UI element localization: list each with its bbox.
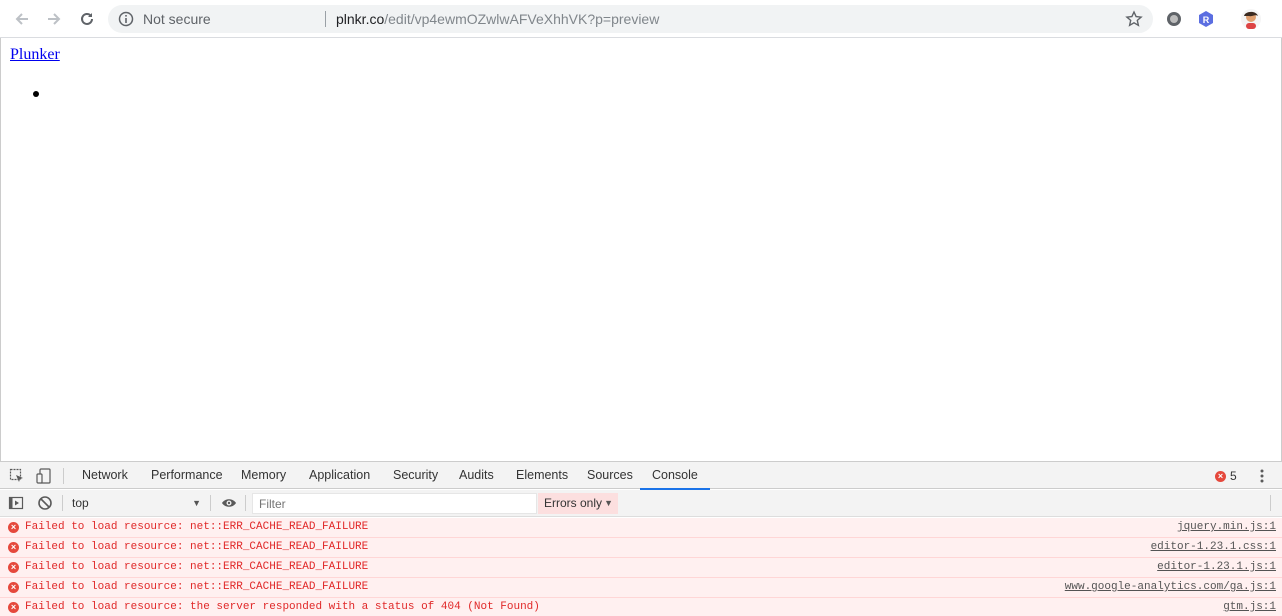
tab-performance[interactable]: Performance <box>150 462 224 489</box>
error-icon: × <box>1215 470 1226 482</box>
error-source-link[interactable]: editor-1.23.1.css:1 <box>1151 538 1276 557</box>
error-message: Failed to load resource: net::ERR_CACHE_… <box>25 541 369 553</box>
eye-icon[interactable] <box>221 495 237 511</box>
error-icon: × <box>8 522 19 533</box>
error-icon: × <box>8 562 19 573</box>
error-message: Failed to load resource: net::ERR_CACHE_… <box>25 581 369 593</box>
devtools-panel: Network Performance Memory Application S… <box>0 461 1282 616</box>
back-arrow-icon[interactable] <box>10 7 34 31</box>
error-source-link[interactable]: jquery.min.js:1 <box>1177 518 1276 537</box>
clear-console-icon[interactable] <box>37 495 53 511</box>
inspect-element-icon[interactable] <box>9 468 25 484</box>
error-icon: × <box>8 602 19 613</box>
browser-toolbar: Not secure plnkr.co/edit/vp4ewmOZwlwAFVe… <box>0 0 1282 38</box>
profile-avatar-icon[interactable] <box>1240 8 1262 30</box>
address-bar[interactable]: Not secure plnkr.co/edit/vp4ewmOZwlwAFVe… <box>108 5 1153 33</box>
bookmark-star-icon[interactable] <box>1125 10 1143 28</box>
security-label[interactable]: Not secure <box>143 10 211 28</box>
filterbar-divider <box>210 495 211 511</box>
dropdown-arrow-icon: ▼ <box>604 498 613 508</box>
console-error-row: × Failed to load resource: net::ERR_CACH… <box>0 538 1282 558</box>
context-value: top <box>72 496 89 510</box>
error-icon: × <box>8 582 19 593</box>
extension-r-icon[interactable]: R <box>1197 10 1215 28</box>
console-error-row: × Failed to load resource: net::ERR_CACH… <box>0 578 1282 598</box>
tab-console[interactable]: Console <box>640 462 710 490</box>
devtools-tabbar: Network Performance Memory Application S… <box>0 462 1282 490</box>
filterbar-divider <box>1270 495 1271 511</box>
error-message: Failed to load resource: net::ERR_CACHE_… <box>25 521 369 533</box>
page-viewport: Plunker <box>0 38 1282 461</box>
console-filterbar: top ▼ Errors only ▼ <box>0 490 1282 517</box>
show-sidebar-icon[interactable] <box>8 495 24 511</box>
console-messages: × Failed to load resource: net::ERR_CACH… <box>0 518 1282 616</box>
tab-security[interactable]: Security <box>392 462 439 489</box>
info-icon[interactable] <box>118 11 134 27</box>
device-toolbar-icon[interactable] <box>36 468 52 484</box>
console-error-row: × Failed to load resource: the server re… <box>0 598 1282 616</box>
url-path: /edit/vp4ewmOZwlwAFVeXhhVK?p=preview <box>384 11 660 27</box>
log-levels-dropdown[interactable]: Errors only ▼ <box>538 493 618 514</box>
forward-arrow-icon[interactable] <box>42 7 66 31</box>
error-source-link[interactable]: gtm.js:1 <box>1223 598 1276 616</box>
error-source-link[interactable]: www.google-analytics.com/ga.js:1 <box>1065 578 1276 597</box>
error-message: Failed to load resource: net::ERR_CACHE_… <box>25 561 369 573</box>
context-select[interactable]: top ▼ <box>66 493 207 514</box>
omnibox-separator <box>325 11 326 27</box>
dropdown-arrow-icon: ▼ <box>192 498 201 508</box>
url-text[interactable]: plnkr.co/edit/vp4ewmOZwlwAFVeXhhVK?p=pre… <box>336 10 659 28</box>
filterbar-divider <box>245 495 246 511</box>
filter-input[interactable] <box>252 493 537 514</box>
tab-elements[interactable]: Elements <box>515 462 569 489</box>
list-bullet <box>33 91 39 97</box>
log-levels-value: Errors only <box>544 496 603 510</box>
console-error-row: × Failed to load resource: net::ERR_CACH… <box>0 558 1282 578</box>
tab-sources[interactable]: Sources <box>586 462 634 489</box>
console-error-row: × Failed to load resource: net::ERR_CACH… <box>0 518 1282 538</box>
plunker-link[interactable]: Plunker <box>10 46 60 64</box>
more-options-icon[interactable] <box>1256 468 1268 484</box>
extension-circle-icon[interactable] <box>1165 10 1183 28</box>
reload-icon[interactable] <box>75 7 99 31</box>
tabbar-divider <box>63 468 64 484</box>
svg-text:R: R <box>1203 15 1210 25</box>
error-source-link[interactable]: editor-1.23.1.js:1 <box>1157 558 1276 577</box>
error-icon: × <box>8 542 19 553</box>
tab-application[interactable]: Application <box>308 462 371 489</box>
error-message: Failed to load resource: the server resp… <box>25 601 540 613</box>
error-counter[interactable]: × 5 <box>1215 468 1237 484</box>
tab-audits[interactable]: Audits <box>458 462 495 489</box>
filterbar-divider <box>62 495 63 511</box>
tab-memory[interactable]: Memory <box>240 462 287 489</box>
url-host: plnkr.co <box>336 11 385 27</box>
error-count-value: 5 <box>1230 469 1237 483</box>
tab-network[interactable]: Network <box>81 462 129 489</box>
